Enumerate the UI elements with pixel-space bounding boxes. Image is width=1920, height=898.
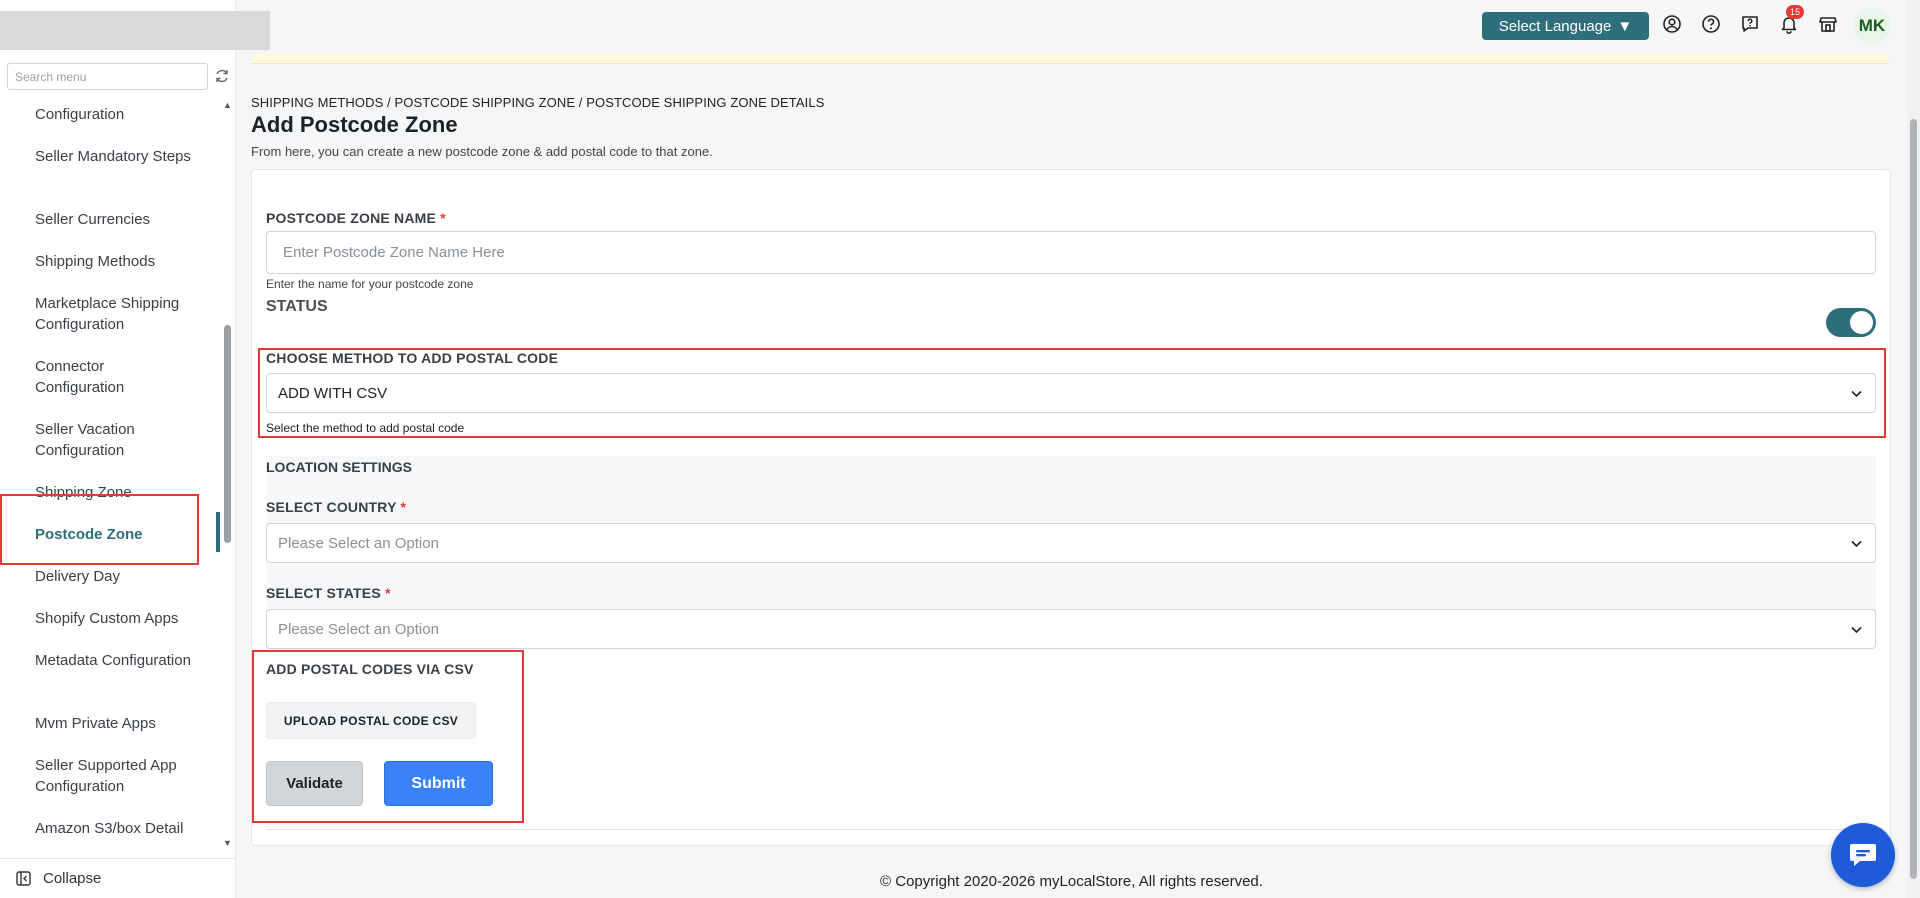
menu-search-box[interactable]: [7, 63, 208, 90]
sidebar-item-amazon-s3-box-detail[interactable]: Amazon S3/box Detail: [35, 818, 195, 839]
sidebar-item-seller-vacation-configuration[interactable]: Seller Vacation Configuration: [35, 419, 195, 461]
sidebar-item-connector-configuration[interactable]: Connector Configuration: [35, 356, 195, 398]
page-scrollbar-thumb[interactable]: [1910, 119, 1917, 879]
states-label: SELECT STATES *: [266, 585, 391, 601]
notice-strip: [251, 52, 1889, 64]
refresh-icon[interactable]: [214, 68, 230, 84]
sidebar-item-metadata-configuration[interactable]: Metadata Configuration: [35, 650, 195, 671]
collapse-label: Collapse: [43, 870, 102, 887]
sidebar-item-delivery-day[interactable]: Delivery Day: [35, 566, 195, 587]
logo-placeholder: [0, 11, 270, 50]
highlight-box-postcode-zone: [0, 494, 199, 565]
breadcrumb: SHIPPING METHODS / POSTCODE SHIPPING ZON…: [251, 95, 825, 110]
page-description: From here, you can create a new postcode…: [251, 144, 713, 159]
location-settings-title: LOCATION SETTINGS: [266, 459, 412, 475]
chat-support-button[interactable]: [1831, 823, 1895, 887]
chevron-down-icon: [1851, 626, 1862, 634]
page-scrollbar[interactable]: [1907, 0, 1920, 898]
store-icon[interactable]: [1818, 14, 1838, 34]
country-select-placeholder: Please Select an Option: [278, 534, 439, 552]
validate-button[interactable]: Validate: [266, 761, 363, 806]
states-select[interactable]: Please Select an Option: [266, 609, 1876, 649]
required-asterisk: *: [440, 210, 446, 226]
required-asterisk: *: [384, 585, 391, 601]
chevron-down-icon: [1851, 540, 1862, 548]
select-language-button[interactable]: Select Language ▼: [1482, 12, 1649, 40]
chevron-down-icon: [1851, 390, 1862, 398]
states-label-text: SELECT STATES: [266, 585, 381, 601]
zone-name-field[interactable]: [266, 231, 1876, 274]
status-label: STATUS: [266, 298, 328, 315]
user-avatar[interactable]: MK: [1854, 8, 1890, 44]
required-asterisk: *: [400, 499, 407, 515]
zone-name-label-text: POSTCODE ZONE NAME: [266, 210, 437, 226]
notification-count-badge: 15: [1786, 5, 1804, 19]
method-hint: Select the method to add postal code: [266, 421, 465, 435]
country-label-text: SELECT COUNTRY: [266, 499, 397, 515]
sidebar-item-shopify-custom-apps[interactable]: Shopify Custom Apps: [35, 608, 195, 629]
sidebar-scrollbar-thumb[interactable]: [224, 325, 231, 543]
sidebar-item-seller-supported-app-configuration[interactable]: Seller Supported App Configuration: [35, 755, 195, 797]
collapse-icon: [16, 871, 31, 886]
active-item-indicator: [216, 512, 220, 552]
scroll-up-arrow-icon[interactable]: ▲: [223, 100, 232, 110]
country-label: SELECT COUNTRY *: [266, 499, 406, 515]
chat-icon: [1850, 844, 1876, 866]
submit-button[interactable]: Submit: [384, 761, 493, 806]
sidebar-menu: Configuration Seller Mandatory Steps Sel…: [0, 98, 224, 850]
sidebar-item-mvm-private-apps[interactable]: Mvm Private Apps: [35, 713, 195, 734]
help-icon[interactable]: [1701, 14, 1721, 34]
collapse-sidebar-button[interactable]: Collapse: [0, 858, 236, 898]
states-select-placeholder: Please Select an Option: [278, 620, 439, 638]
page-title: Add Postcode Zone: [251, 112, 458, 137]
upload-csv-button[interactable]: UPLOAD POSTAL CODE CSV: [266, 702, 476, 739]
zone-name-label: POSTCODE ZONE NAME *: [266, 210, 446, 226]
sidebar-item-seller-currencies[interactable]: Seller Currencies: [35, 209, 195, 230]
country-select[interactable]: Please Select an Option: [266, 523, 1876, 563]
csv-section-title: ADD POSTAL CODES VIA CSV: [266, 661, 474, 677]
caret-down-icon: ▼: [1617, 17, 1633, 35]
menu-search-input[interactable]: [8, 64, 207, 89]
method-select[interactable]: ADD WITH CSV: [266, 373, 1876, 413]
scroll-down-arrow-icon[interactable]: ▼: [223, 838, 232, 848]
sidebar-item-shipping-methods[interactable]: Shipping Methods: [35, 251, 195, 272]
sidebar: Configuration Seller Mandatory Steps Sel…: [0, 0, 270, 898]
zone-name-hint: Enter the name for your postcode zone: [266, 277, 474, 291]
method-select-value: ADD WITH CSV: [278, 384, 388, 402]
status-toggle[interactable]: [1826, 308, 1876, 337]
feedback-icon[interactable]: [1740, 14, 1760, 34]
card-divider: [266, 829, 1876, 830]
sidebar-item-seller-mandatory-steps[interactable]: Seller Mandatory Steps: [35, 146, 195, 167]
method-label: CHOOSE METHOD TO ADD POSTAL CODE: [266, 350, 559, 366]
status-toggle-knob: [1850, 311, 1873, 334]
sidebar-item-configuration[interactable]: Configuration: [35, 104, 195, 125]
user-profile-icon[interactable]: [1662, 14, 1682, 34]
footer-copyright: © Copyright 2020-2026 myLocalStore, All …: [880, 873, 1263, 890]
select-language-label: Select Language: [1498, 17, 1612, 35]
sidebar-item-marketplace-shipping-configuration[interactable]: Marketplace Shipping Configuration: [35, 293, 195, 335]
zone-name-input[interactable]: [267, 232, 1875, 273]
